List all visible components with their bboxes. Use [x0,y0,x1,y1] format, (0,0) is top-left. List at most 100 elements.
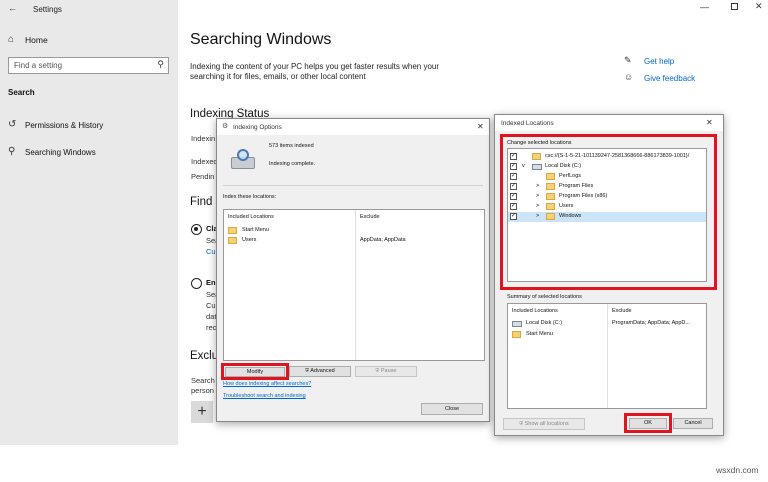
indexing-partial-1: Indexin [191,134,216,143]
folder-icon [546,193,555,200]
troubleshoot-link[interactable]: Troubleshoot search and indexing [223,393,306,399]
divider [223,185,483,186]
classic-radio[interactable] [191,224,202,235]
summary-col-included: Included Locations [512,308,558,314]
indexing-options-dialog: ⚙ Indexing Options ✕ 573 items indexed I… [216,118,490,422]
option2-partial-line2: Cu [206,301,216,310]
tree-expander-icon[interactable]: > [536,203,539,209]
search-input[interactable]: Find a setting ⚲ [8,57,169,74]
checkbox[interactable]: ✓ [510,163,517,170]
indexing-close-icon[interactable]: ✕ [477,122,484,131]
tree-item-label: Program Files [559,183,594,189]
back-arrow-icon[interactable]: ← [8,3,17,13]
table-row[interactable]: Start Menu [512,330,704,340]
summary-row-location: Start Menu [526,331,553,337]
index-these-label: Index these locations: [223,194,277,200]
option1-partial-link[interactable]: Cu [206,247,216,256]
indexed-locations-dialog: Indexed Locations ✕ Change selected loca… [494,114,724,436]
find-files-title: Find I [190,196,219,208]
watermark-text: wsxdn.com [716,465,759,475]
checkbox[interactable]: ✓ [510,153,517,160]
advanced-button[interactable]: ⛨ Advanced [289,366,351,377]
how-indexing-link[interactable]: How does indexing affect searches? [223,381,311,387]
indexing-magnifier-icon [231,149,257,171]
tree-item-label: Local Disk (C:) [545,163,582,169]
folder-icon [512,331,521,338]
indexed-locations-close-icon[interactable]: ✕ [706,118,713,127]
maximize-icon[interactable] [731,3,738,10]
indexing-partial-3: Pendin [191,172,215,181]
get-help-link[interactable]: Get help [644,57,674,66]
exclude-partial-1: Search [191,376,215,385]
checkbox[interactable]: ✓ [510,183,517,190]
minimize-icon[interactable]: — [700,2,709,12]
sidebar-home[interactable]: Home [25,35,48,45]
checkbox[interactable]: ✓ [510,213,517,220]
tree-item[interactable]: ✓ csc://{S-1-5-21-101139247-2581368666-88… [508,152,706,162]
table-row[interactable]: Users AppData; AppData [228,236,478,246]
tree-item-label: Program Files (x86) [559,193,608,199]
search-windows-icon: ⚲ [8,146,16,157]
page-title: Searching Windows [190,31,332,48]
sidebar-item-permissions[interactable]: Permissions & History [25,121,103,130]
cancel-button[interactable]: Cancel [673,418,713,429]
search-placeholder: Find a setting [14,61,63,70]
table-row[interactable]: Start Menu [228,226,478,236]
indexing-title-icon: ⚙ [222,123,229,130]
give-feedback-link[interactable]: Give feedback [644,74,695,83]
pause-button[interactable]: ⛨ Pause [355,366,417,377]
checkbox[interactable]: ✓ [510,203,517,210]
summary-list[interactable]: Included Locations Exclude Local Disk (C… [507,303,707,409]
advanced-label: Advanced [310,368,335,374]
table-row[interactable]: Local Disk (C:) ProgramData; AppData; Ap… [512,319,704,329]
show-all-label: Show all locations [524,421,569,427]
checkbox[interactable]: ✓ [510,193,517,200]
tree-item[interactable]: ✓ PerfLogs [508,172,706,182]
window-title: Settings [33,5,62,14]
summary-label: Summary of selected locations [507,294,582,300]
option2-partial-line3: dat [206,312,217,321]
col-included-header: Included Locations [228,214,274,220]
shield-icon: ⛨ [375,368,380,374]
enhanced-radio[interactable] [191,278,202,289]
search-icon: ⚲ [157,59,164,69]
tree-item[interactable]: ✓ > Program Files [508,182,706,192]
folder-icon [546,183,555,190]
included-locations-list[interactable]: Included Locations Exclude Start Menu Us… [223,209,485,361]
tree-item[interactable]: ✓ v Local Disk (C:) [508,162,706,172]
drive-icon [532,164,542,170]
indexed-locations-title: Indexed Locations [501,120,554,127]
tree-item[interactable]: ✓ > Program Files (x86) [508,192,706,202]
tree-item[interactable]: ✓ > Windows [508,212,706,222]
tree-expander-icon[interactable]: > [536,193,539,199]
option2-partial-title: En [206,278,216,287]
folder-icon [546,213,555,220]
folder-icon [532,153,541,160]
tree-expander-icon[interactable]: > [536,213,539,219]
summary-col-exclude: Exclude [612,308,632,314]
exclude-partial-2: person [191,386,214,395]
modify-button[interactable]: Modify [225,367,285,377]
tree-item[interactable]: ✓ > Users [508,202,706,212]
add-excluded-folder-button[interactable]: + [191,401,213,423]
exclude-title: Exclu [190,350,219,362]
tree-item-label: PerfLogs [559,173,582,179]
close-icon[interactable]: ✕ [755,1,763,12]
tree-expander-icon[interactable]: v [522,163,525,169]
tree-item-label: Users [559,203,574,209]
tree-expander-icon[interactable]: > [536,183,539,189]
sidebar-item-searching-windows[interactable]: Searching Windows [25,148,96,157]
checkbox[interactable]: ✓ [510,173,517,180]
sidebar-section-label: Search [8,88,35,97]
close-button[interactable]: Close [421,403,483,415]
ok-button[interactable]: OK [629,418,667,429]
folder-icon [228,237,237,244]
help-icon: ✎ [624,55,632,65]
drive-icon [512,321,522,327]
locations-tree[interactable]: ✓ csc://{S-1-5-21-101139247-2581368666-88… [507,148,707,282]
row-exclude: AppData; AppData [360,237,406,243]
indexing-dialog-title: Indexing Options [233,124,282,131]
show-all-locations-button[interactable]: ⛨ Show all locations [503,418,585,430]
option2-partial-line4: rec [206,323,217,332]
row-location: Start Menu [242,227,269,233]
